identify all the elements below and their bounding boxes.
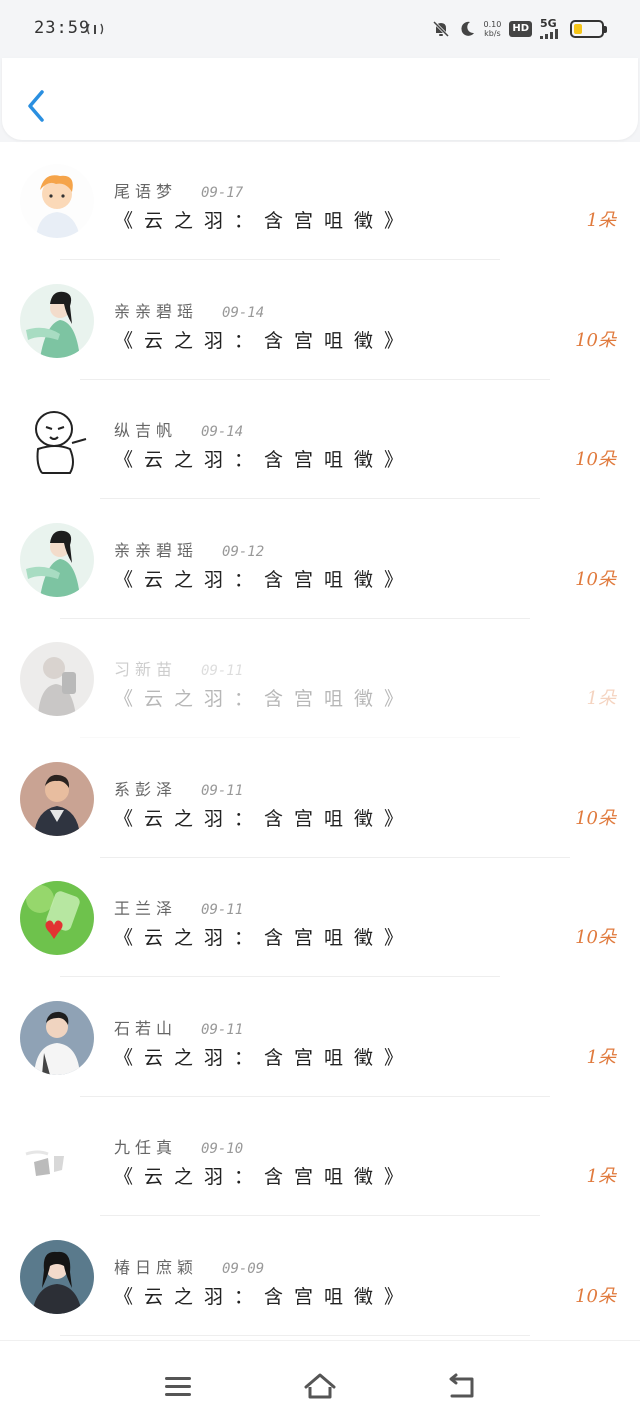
status-icons: 0.10 kb/s HD 5G: [432, 14, 607, 44]
record-meta: 亲亲碧瑶 09-12: [114, 537, 265, 561]
record-date: 09-11: [201, 902, 244, 918]
flower-count: 10朵: [575, 807, 616, 829]
flower-count: 1朵: [586, 688, 616, 709]
system-nav-bar: [0, 1340, 640, 1428]
gift-record-row[interactable]: 椿日庶颖 09-09 《云之羽：含宫咀徵》 10朵: [0, 1216, 640, 1336]
record-date: 09-14: [201, 424, 244, 440]
flower-count: 10朵: [575, 449, 616, 470]
signal-bars-icon: [540, 29, 558, 39]
record-date: 09-11: [201, 1021, 244, 1038]
sender-name[interactable]: 亲亲碧瑶: [114, 537, 198, 561]
home-icon[interactable]: [302, 1371, 338, 1401]
gift-record-row[interactable]: 习新苗 09-11 《云之羽：含宫咀徵》 1朵: [0, 618, 640, 738]
network-label: 5G: [540, 17, 557, 30]
flower-count: 10朵: [575, 1285, 616, 1307]
record-meta: 尾语梦 09-17: [114, 178, 244, 202]
record-date: 09-10: [201, 1141, 244, 1157]
book-title: 《云之羽：含宫咀徵》: [114, 449, 415, 471]
book-title: 《云之羽：含宫咀徵》: [114, 1166, 415, 1188]
record-meta: 系彭泽 09-11: [114, 776, 244, 800]
flower-count: 1朵: [586, 210, 616, 231]
network-speed: 0.10 kb/s: [484, 20, 502, 38]
woman-portrait-avatar[interactable]: [20, 1239, 94, 1314]
book-title: 《云之羽：含宫咀徵》: [114, 210, 415, 232]
costume-girl-avatar[interactable]: [20, 283, 94, 358]
menu-icon[interactable]: [162, 1371, 194, 1401]
sender-name[interactable]: 习新苗: [114, 656, 177, 680]
record-meta: 九任真 09-10: [114, 1134, 244, 1158]
sender-name[interactable]: 王兰泽: [114, 895, 177, 919]
flower-count: 10朵: [575, 568, 616, 590]
header-card: [2, 58, 638, 140]
record-meta: 椿日庶颖 09-09: [114, 1254, 265, 1278]
sender-name[interactable]: 亲亲碧瑶: [114, 298, 198, 322]
flower-count: 1朵: [586, 1046, 616, 1068]
gift-record-list: 尾语梦 09-17 《云之羽：含宫咀徵》 1朵 亲亲碧瑶 09-14 《云之羽：含宫咀徵》 1…: [0, 140, 640, 1340]
sender-name[interactable]: 系彭泽: [114, 776, 177, 800]
young-man-avatar[interactable]: [20, 1000, 94, 1075]
selfie-avatar[interactable]: [20, 642, 94, 716]
record-date: 09-17: [201, 185, 244, 201]
gift-record-row[interactable]: 纵吉帆 09-14 《云之羽：含宫咀徵》 10朵: [0, 379, 640, 499]
hd-badge: HD: [509, 21, 532, 37]
actor-avatar[interactable]: [20, 761, 94, 836]
book-title: 《云之羽：含宫咀徵》: [114, 329, 415, 352]
gift-record-row[interactable]: 亲亲碧瑶 09-14 《云之羽：含宫咀徵》 10朵: [0, 260, 640, 380]
record-date: 09-11: [201, 782, 244, 799]
sender-name[interactable]: 石若山: [114, 1015, 177, 1039]
status-time: 23:59: [34, 18, 91, 38]
blank-sketch-avatar[interactable]: [20, 1120, 94, 1194]
record-date: 09-12: [222, 543, 265, 560]
back-button[interactable]: [20, 86, 54, 126]
record-date: 09-14: [222, 304, 265, 321]
record-meta: 亲亲碧瑶 09-14: [114, 298, 265, 322]
return-icon[interactable]: [446, 1371, 478, 1401]
gift-record-row[interactable]: 九任真 09-10 《云之羽：含宫咀徵》 1朵: [0, 1096, 640, 1216]
sender-name[interactable]: 九任真: [114, 1134, 177, 1158]
gift-record-row[interactable]: 石若山 09-11 《云之羽：含宫咀徵》 1朵: [0, 977, 640, 1097]
record-meta: 习新苗 09-11: [114, 656, 244, 680]
flower-count: 10朵: [575, 927, 616, 948]
costume-girl-avatar[interactable]: [20, 522, 94, 597]
cartoon-boy-avatar[interactable]: [20, 164, 94, 238]
moon-icon: [460, 21, 474, 36]
sender-name[interactable]: 尾语梦: [114, 178, 177, 202]
gift-record-row[interactable]: 尾语梦 09-17 《云之羽：含宫咀徵》 1朵: [0, 140, 640, 260]
sketch-doodle-avatar[interactable]: [20, 403, 94, 477]
battery-icon: [570, 20, 607, 38]
gift-record-row[interactable]: 亲亲碧瑶 09-12 《云之羽：含宫咀徵》 10朵: [0, 499, 640, 619]
record-date: 09-11: [201, 663, 244, 679]
record-date: 09-09: [222, 1260, 265, 1277]
green-bottle-heart-avatar[interactable]: [20, 881, 94, 955]
flower-count: 10朵: [575, 329, 616, 351]
status-bar: 23:59 0.10 kb/s HD 5G: [0, 0, 640, 58]
speed-unit: kb/s: [484, 29, 501, 38]
sender-name[interactable]: 椿日庶颖: [114, 1254, 198, 1278]
hotspot-icon: [86, 23, 104, 35]
record-meta: 石若山 09-11: [114, 1015, 244, 1039]
gift-record-row[interactable]: 系彭泽 09-11 《云之羽：含宫咀徵》 10朵: [0, 738, 640, 858]
book-title: 《云之羽：含宫咀徵》: [114, 927, 415, 949]
book-title: 《云之羽：含宫咀徵》: [114, 1046, 415, 1069]
book-title: 《云之羽：含宫咀徵》: [114, 688, 415, 710]
header: [0, 58, 640, 142]
record-meta: 纵吉帆 09-14: [114, 417, 244, 441]
cell-signal: 5G: [540, 17, 562, 39]
row-divider: [60, 1334, 530, 1336]
record-meta: 王兰泽 09-11: [114, 895, 244, 919]
book-title: 《云之羽：含宫咀徵》: [114, 807, 415, 830]
book-title: 《云之羽：含宫咀徵》: [114, 568, 415, 591]
battery-level: [574, 24, 582, 34]
speed-value: 0.10: [483, 20, 502, 29]
sender-name[interactable]: 纵吉帆: [114, 417, 177, 441]
gift-record-row[interactable]: 王兰泽 09-11 《云之羽：含宫咀徵》 10朵: [0, 857, 640, 977]
flower-count: 1朵: [586, 1166, 616, 1187]
mute-bell-icon: [432, 20, 449, 38]
book-title: 《云之羽：含宫咀徵》: [114, 1285, 415, 1308]
